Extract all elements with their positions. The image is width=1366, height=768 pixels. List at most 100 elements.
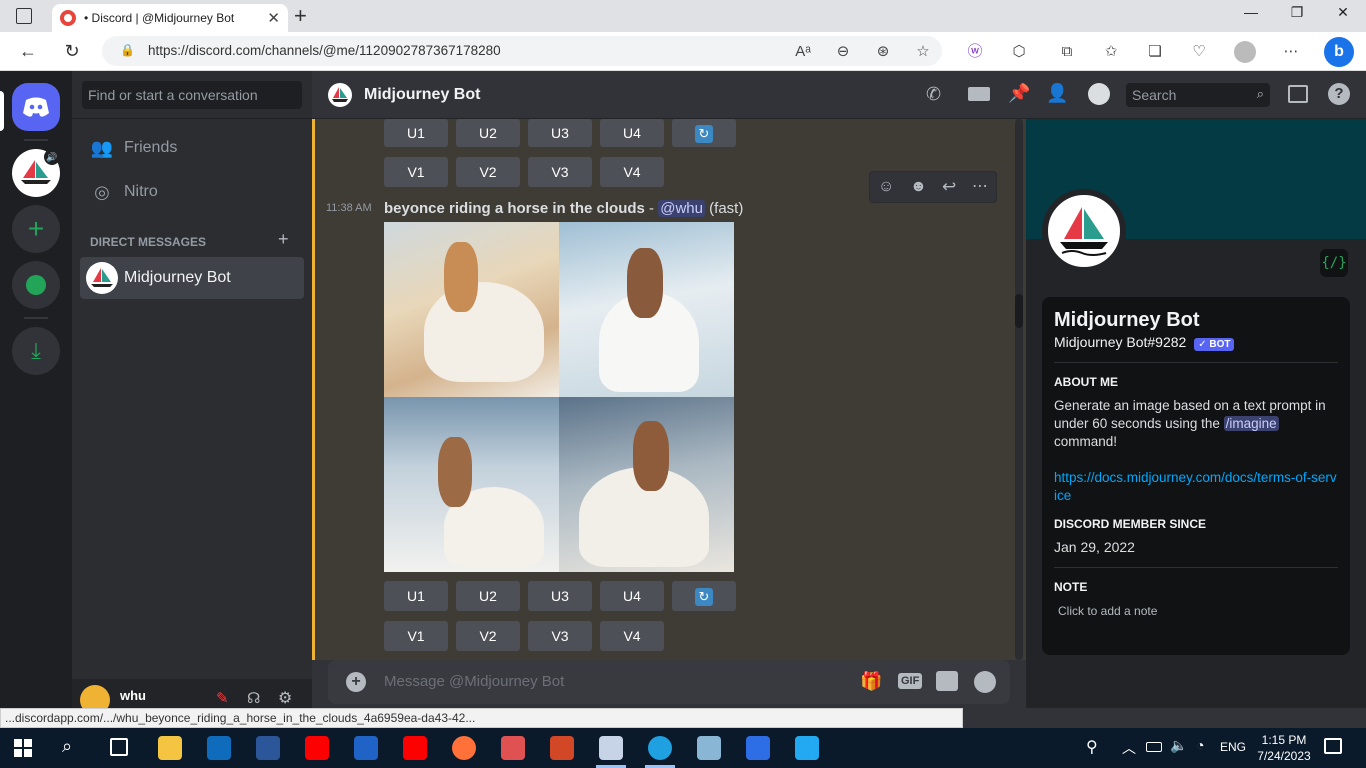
- more-menu-icon[interactable]: ⋯: [1280, 41, 1302, 63]
- inbox-icon[interactable]: [1288, 85, 1308, 103]
- variation-button[interactable]: V1: [384, 157, 448, 187]
- upscale-button[interactable]: U1: [384, 119, 448, 147]
- upscale-button[interactable]: U1: [384, 581, 448, 611]
- more-options-icon[interactable]: ⋯: [972, 176, 988, 196]
- mute-icon[interactable]: ✎: [216, 689, 229, 707]
- sticker-icon[interactable]: [936, 671, 958, 691]
- upscale-button[interactable]: U4: [600, 581, 664, 611]
- sidebar-item-nitro[interactable]: ◎ Nitro: [80, 171, 304, 213]
- edge-icon[interactable]: [648, 736, 672, 760]
- imagine-command[interactable]: /imagine: [1223, 416, 1279, 431]
- battery-icon[interactable]: [1146, 742, 1162, 752]
- upscale-button[interactable]: U3: [528, 119, 592, 147]
- user-mention[interactable]: @whu: [658, 200, 705, 217]
- discord-home-icon[interactable]: [12, 83, 60, 131]
- network-icon[interactable]: ◔: [1196, 737, 1204, 753]
- reroll-button[interactable]: ↻: [672, 119, 736, 147]
- search-taskbar-icon[interactable]: ⌕: [62, 736, 72, 757]
- help-icon[interactable]: ?: [1328, 83, 1350, 105]
- zoom-icon[interactable]: ⊖: [832, 41, 854, 63]
- youtube-icon[interactable]: [305, 736, 329, 760]
- profile-avatar[interactable]: [1234, 41, 1256, 63]
- split-screen-icon[interactable]: ⧉: [1056, 41, 1078, 63]
- tray-chevron-icon[interactable]: ︿: [1122, 738, 1136, 758]
- close-window-button[interactable]: ✕: [1320, 4, 1366, 21]
- super-reaction-icon[interactable]: ☻: [910, 178, 927, 196]
- back-button[interactable]: ←: [16, 39, 40, 63]
- sidebar-item-friends[interactable]: 👥 Friends: [80, 127, 304, 169]
- message-input[interactable]: Message @Midjourney Bot: [384, 673, 564, 690]
- people-icon[interactable]: ⚲: [1086, 737, 1098, 757]
- notification-icon[interactable]: [1324, 738, 1342, 754]
- reroll-button[interactable]: ↻: [672, 581, 736, 611]
- variation-button[interactable]: V1: [384, 621, 448, 651]
- app-icon[interactable]: [697, 736, 721, 760]
- scrollbar-thumb[interactable]: [1015, 294, 1023, 328]
- settings-gear-icon[interactable]: ⚙: [278, 688, 292, 708]
- upscale-button[interactable]: U3: [528, 581, 592, 611]
- attach-plus-icon[interactable]: +: [346, 672, 366, 692]
- vscode-icon[interactable]: [795, 736, 819, 760]
- message-scrollbar[interactable]: [1015, 119, 1023, 660]
- extension-icon[interactable]: ⓦ: [964, 41, 986, 63]
- add-reaction-icon[interactable]: ☺: [878, 178, 894, 196]
- reply-icon[interactable]: ↩: [942, 177, 956, 197]
- bing-icon[interactable]: b: [1324, 37, 1354, 67]
- add-friends-to-dm-icon[interactable]: 👤: [1046, 83, 1068, 104]
- address-bar[interactable]: 🔒 https://discord.com/channels/@me/11209…: [102, 36, 942, 66]
- profile-avatar-large[interactable]: [1042, 189, 1126, 273]
- refresh-button[interactable]: ↻: [60, 39, 84, 63]
- performance-icon[interactable]: ♡: [1188, 41, 1210, 63]
- word-icon[interactable]: [256, 736, 280, 760]
- headphones-icon[interactable]: ☊: [247, 689, 260, 707]
- add-server-icon[interactable]: +: [12, 205, 60, 253]
- voice-call-icon[interactable]: ✆: [926, 84, 941, 105]
- firefox-icon[interactable]: [452, 736, 476, 760]
- variation-button[interactable]: V2: [456, 157, 520, 187]
- variation-button[interactable]: V2: [456, 621, 520, 651]
- read-aloud-icon[interactable]: Aᵃ: [792, 41, 814, 63]
- create-dm-icon[interactable]: +: [278, 229, 289, 250]
- note-input[interactable]: Click to add a note: [1058, 604, 1338, 618]
- gift-icon[interactable]: 🎁: [860, 671, 882, 692]
- maximize-button[interactable]: ❐: [1274, 4, 1320, 21]
- file-explorer-icon[interactable]: [158, 736, 182, 760]
- app-icon[interactable]: [501, 736, 525, 760]
- clock[interactable]: 1:15 PM 7/24/2023: [1252, 732, 1316, 764]
- new-tab-button[interactable]: +: [294, 3, 307, 29]
- emoji-icon[interactable]: [974, 671, 996, 693]
- puzzle-extensions-icon[interactable]: ⬡: [1008, 41, 1030, 63]
- gif-button[interactable]: GIF: [898, 673, 923, 689]
- app-icon[interactable]: [354, 736, 378, 760]
- favorite-star-icon[interactable]: ☆: [912, 41, 934, 63]
- header-search-input[interactable]: Search ⌕: [1126, 83, 1270, 107]
- generated-image-grid[interactable]: [384, 222, 734, 572]
- volume-icon[interactable]: 🔈: [1170, 737, 1187, 754]
- upscale-button[interactable]: U2: [456, 581, 520, 611]
- app-icon[interactable]: [746, 736, 770, 760]
- upscale-button[interactable]: U2: [456, 119, 520, 147]
- find-conversation-input[interactable]: Find or start a conversation: [82, 81, 302, 109]
- explore-servers-icon[interactable]: [12, 261, 60, 309]
- favorites-icon[interactable]: ✩: [1100, 41, 1122, 63]
- user-profile-icon[interactable]: [1088, 83, 1110, 105]
- language-indicator[interactable]: ENG: [1220, 740, 1246, 754]
- youtube-icon[interactable]: [403, 736, 427, 760]
- windows-start-icon[interactable]: [14, 739, 32, 757]
- tracking-icon[interactable]: ⊛: [872, 41, 894, 63]
- pinned-messages-icon[interactable]: 📌: [1008, 83, 1030, 104]
- terms-link[interactable]: https://docs.midjourney.com/docs/terms-o…: [1054, 469, 1338, 505]
- tab-actions-icon[interactable]: [16, 8, 32, 24]
- upscale-button[interactable]: U4: [600, 119, 664, 147]
- task-view-icon[interactable]: [110, 738, 128, 756]
- variation-button[interactable]: V4: [600, 157, 664, 187]
- dm-item-midjourney-bot[interactable]: Midjourney Bot: [80, 257, 304, 299]
- close-tab-icon[interactable]: ✕: [267, 9, 280, 27]
- variation-button[interactable]: V4: [600, 621, 664, 651]
- powerpoint-icon[interactable]: [550, 736, 574, 760]
- browser-tab[interactable]: • Discord | @Midjourney Bot ✕: [52, 4, 288, 32]
- minimize-button[interactable]: —: [1228, 4, 1274, 20]
- download-apps-icon[interactable]: ⤓: [12, 327, 60, 375]
- video-call-icon[interactable]: [968, 87, 990, 101]
- variation-button[interactable]: V3: [528, 157, 592, 187]
